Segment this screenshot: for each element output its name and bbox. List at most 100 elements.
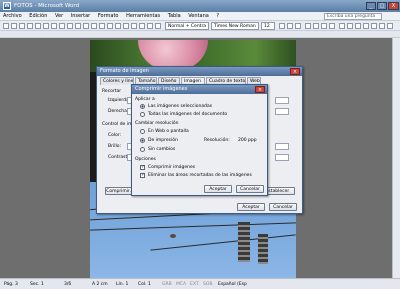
contrast-field[interactable] bbox=[275, 154, 289, 161]
crop-label: Recortar bbox=[102, 89, 122, 94]
color-label: Color: bbox=[108, 133, 122, 138]
maximize-button[interactable]: □ bbox=[377, 2, 387, 10]
status-language: Español (Esp bbox=[218, 282, 247, 287]
horizontal-ruler[interactable] bbox=[0, 31, 400, 38]
redo-icon[interactable] bbox=[115, 23, 121, 29]
style-select[interactable]: Normal + Centra bbox=[165, 22, 209, 30]
menu-formato[interactable]: Formato bbox=[95, 12, 122, 21]
status-mode-sob[interactable]: SOB bbox=[203, 282, 213, 287]
menu-ver[interactable]: Ver bbox=[52, 12, 66, 21]
delete-cropped-label: Eliminar las áreas recortadas de las imá… bbox=[148, 173, 252, 178]
window-title: FOTOS - Microsoft Word bbox=[14, 3, 80, 9]
save-icon[interactable] bbox=[19, 23, 25, 29]
compress-images-checkbox[interactable] bbox=[140, 164, 145, 170]
delete-cropped-checkbox[interactable] bbox=[140, 172, 145, 178]
status-page: Pág. 3 bbox=[4, 282, 18, 287]
status-column: Col. 1 bbox=[138, 282, 151, 287]
columns-icon[interactable] bbox=[147, 23, 153, 29]
highlight-icon[interactable] bbox=[387, 23, 393, 29]
res-print-radio[interactable] bbox=[140, 138, 145, 143]
tab-colors-lines[interactable]: Colores y líneas bbox=[100, 77, 134, 85]
justify-icon[interactable] bbox=[329, 23, 335, 29]
menu-edicion[interactable]: Edición bbox=[26, 12, 50, 21]
apply-all-radio[interactable] bbox=[140, 112, 145, 117]
brightness-label: Brillo: bbox=[108, 144, 121, 149]
status-section: Sec. 1 bbox=[30, 282, 44, 287]
undo-icon[interactable] bbox=[107, 23, 113, 29]
minimize-button[interactable]: _ bbox=[366, 2, 376, 10]
align-left-icon[interactable] bbox=[305, 23, 311, 29]
permission-icon[interactable] bbox=[27, 23, 33, 29]
paste-icon[interactable] bbox=[91, 23, 97, 29]
crop-top-field[interactable] bbox=[275, 97, 289, 104]
crop-bottom-field[interactable] bbox=[275, 108, 289, 115]
align-center-icon[interactable] bbox=[313, 23, 319, 29]
apply-selected-label: Las imágenes seleccionadas bbox=[148, 104, 213, 109]
help-question-input[interactable]: Escriba una pregunta bbox=[324, 13, 382, 20]
res-none-radio[interactable] bbox=[140, 147, 145, 152]
menu-help[interactable]: ? bbox=[213, 12, 222, 21]
res-web-radio[interactable] bbox=[140, 129, 145, 134]
status-mode-ext[interactable]: EXT bbox=[190, 282, 199, 287]
underline-icon[interactable] bbox=[295, 23, 301, 29]
border-icon[interactable] bbox=[379, 23, 385, 29]
spelling-icon[interactable] bbox=[59, 23, 65, 29]
format-dialog-title: Formato de imagen bbox=[100, 68, 149, 74]
vertical-scrollbar[interactable] bbox=[392, 38, 400, 278]
copy-icon[interactable] bbox=[83, 23, 89, 29]
compress-dialog-titlebar: Comprimir imágenes × bbox=[132, 85, 267, 94]
format-dialog-titlebar: Formato de imagen × bbox=[97, 67, 302, 76]
menu-archivo[interactable]: Archivo bbox=[0, 12, 25, 21]
open-icon[interactable] bbox=[11, 23, 17, 29]
title-bar: W FOTOS - Microsoft Word _ □ X bbox=[0, 0, 400, 12]
increase-indent-icon[interactable] bbox=[371, 23, 377, 29]
resolution-value: 200 ppp bbox=[238, 138, 257, 143]
font-select[interactable]: Times New Roman bbox=[211, 22, 259, 30]
compress-images-label: Comprimir imágenes bbox=[148, 165, 196, 170]
formatting-toolbar: Normal + Centra Times New Roman 12 bbox=[0, 21, 400, 31]
research-icon[interactable] bbox=[67, 23, 73, 29]
insert-table-icon[interactable] bbox=[139, 23, 145, 29]
cut-icon[interactable] bbox=[75, 23, 81, 29]
tables-icon[interactable] bbox=[131, 23, 137, 29]
res-none-label: Sin cambios bbox=[148, 147, 176, 152]
close-button[interactable]: X bbox=[388, 2, 399, 10]
bullets-icon[interactable] bbox=[355, 23, 361, 29]
insulator bbox=[238, 222, 250, 262]
menu-ventana[interactable]: Ventana bbox=[185, 12, 212, 21]
italic-icon[interactable] bbox=[287, 23, 293, 29]
bold-icon[interactable] bbox=[279, 23, 285, 29]
menu-insertar[interactable]: Insertar bbox=[68, 12, 93, 21]
decrease-indent-icon[interactable] bbox=[363, 23, 369, 29]
status-bar: Pág. 3 Sec. 1 3/6 A 2 cm Lín. 1 Col. 1 G… bbox=[0, 278, 400, 289]
align-right-icon[interactable] bbox=[321, 23, 327, 29]
print-preview-icon[interactable] bbox=[51, 23, 57, 29]
close-icon[interactable]: × bbox=[290, 68, 300, 75]
close-icon[interactable]: × bbox=[255, 86, 265, 93]
numbering-icon[interactable] bbox=[347, 23, 353, 29]
format-cancel-button[interactable]: Cancelar bbox=[269, 203, 297, 211]
email-icon[interactable] bbox=[35, 23, 41, 29]
word-app-icon: W bbox=[3, 2, 11, 10]
status-line: Lín. 1 bbox=[116, 282, 129, 287]
hyperlink-icon[interactable] bbox=[123, 23, 129, 29]
compress-cancel-button[interactable]: Cancelar bbox=[236, 185, 264, 193]
new-document-icon[interactable] bbox=[3, 23, 9, 29]
status-mode-mca[interactable]: MCA bbox=[176, 282, 186, 287]
apply-all-label: Todas las imágenes del documento bbox=[148, 112, 228, 117]
format-ok-button[interactable]: Aceptar bbox=[237, 203, 265, 211]
status-mode-grb[interactable]: GRB bbox=[162, 282, 172, 287]
print-icon[interactable] bbox=[43, 23, 49, 29]
compress-pictures-dialog: Comprimir imágenes × Aplicar a Las imáge… bbox=[131, 84, 268, 196]
brightness-field[interactable] bbox=[275, 143, 289, 150]
line-spacing-icon[interactable] bbox=[339, 23, 345, 29]
res-print-label: De impresión bbox=[148, 138, 178, 143]
menu-tabla[interactable]: Tabla bbox=[165, 12, 184, 21]
format-painter-icon[interactable] bbox=[99, 23, 105, 29]
res-web-label: En Web o pantalla bbox=[148, 129, 189, 134]
drawing-icon[interactable] bbox=[155, 23, 161, 29]
compress-ok-button[interactable]: Aceptar bbox=[204, 185, 232, 193]
font-size-select[interactable]: 12 bbox=[261, 22, 275, 30]
menu-herramientas[interactable]: Herramientas bbox=[123, 12, 163, 21]
apply-selected-radio[interactable] bbox=[140, 104, 145, 109]
